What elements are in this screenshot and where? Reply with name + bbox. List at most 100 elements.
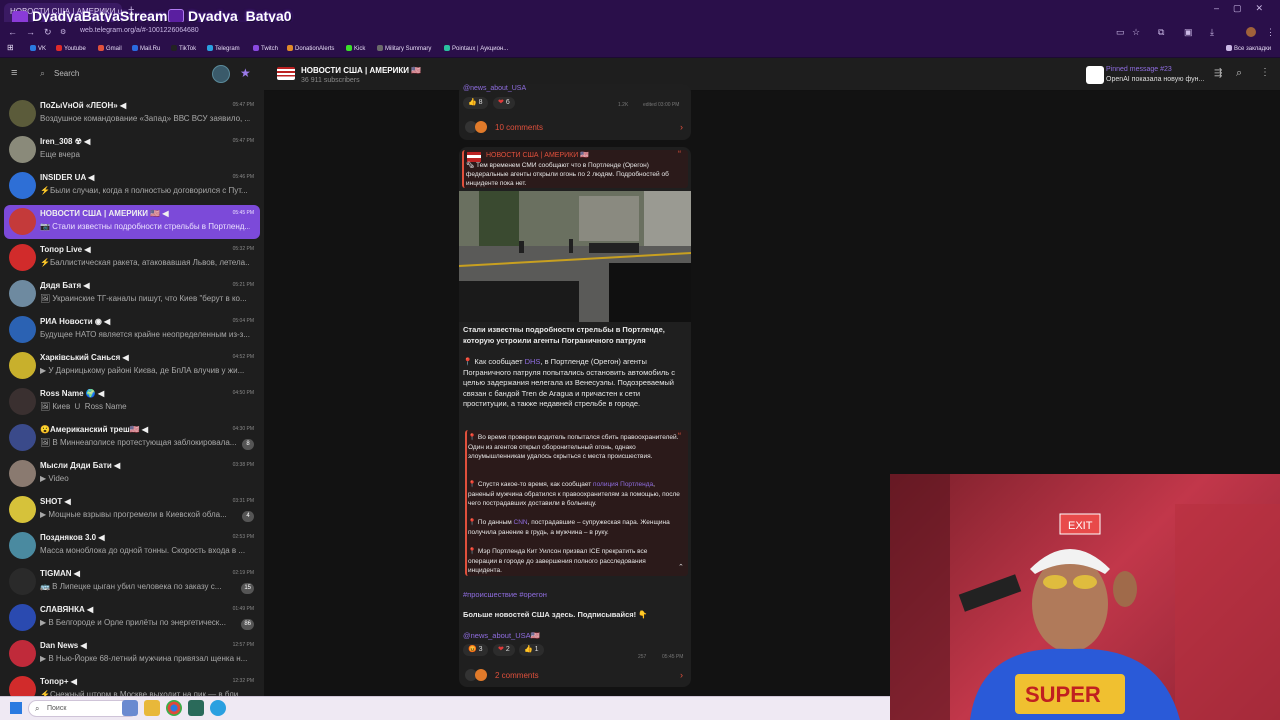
chat-avatar bbox=[9, 604, 36, 631]
apps-grid-icon[interactable]: ⊞ bbox=[7, 43, 14, 52]
chat-more-icon[interactable]: ⋮ bbox=[1260, 67, 1270, 78]
chat-last-message: 🖼 Украинские ТГ-каналы пишут, что Киев "… bbox=[40, 294, 247, 303]
chat-avatar bbox=[9, 208, 36, 235]
pinned-text[interactable]: OpenAI показала новую фун... bbox=[1106, 76, 1204, 83]
channel-avatar[interactable] bbox=[277, 67, 295, 80]
chat-avatar bbox=[9, 352, 36, 379]
chat-item[interactable]: Ross Name 🌍 ◀ 🖼 Киев 🇺 Ross Name 04:50 PM bbox=[4, 385, 260, 419]
post1-handle[interactable]: @news_about_USA bbox=[463, 84, 526, 94]
post-hashtags[interactable]: #происшествие #орегон bbox=[463, 590, 547, 600]
taskbar-app-icon[interactable] bbox=[188, 700, 204, 716]
chat-name: TIGMAN ◀ bbox=[40, 569, 80, 578]
reaction-like[interactable]: 👍 8 bbox=[463, 97, 488, 109]
webcam-overlay: EXIT SUPER bbox=[890, 474, 1280, 720]
url-field[interactable]: web.telegram.org/a/#-1001226064680 bbox=[70, 24, 1110, 39]
post-photo[interactable] bbox=[459, 191, 691, 322]
post-body: 📍 Как сообщает DHS, в Портленде (Орегон)… bbox=[463, 357, 676, 408]
chat-item[interactable]: TIGMAN ◀ 🚌 В Липецке цыган убил человека … bbox=[4, 565, 260, 599]
forward-icon[interactable]: → bbox=[26, 27, 35, 37]
chat-item[interactable]: Харківський Санься ◀ ▶ У Дарницькому райо… bbox=[4, 349, 260, 383]
reaction-like-2[interactable]: 👍 1 bbox=[519, 644, 544, 656]
quote-paragraph-3: 📍 По данным CNN, пострадавшие – супружес… bbox=[468, 519, 670, 536]
bookmark-tiktok[interactable]: TikTok bbox=[171, 45, 196, 52]
taskbar-widget-icon[interactable] bbox=[122, 700, 138, 716]
chrome-icon[interactable] bbox=[166, 700, 182, 716]
chat-avatar bbox=[9, 244, 36, 271]
reaction-heart[interactable]: ❤ 6 bbox=[493, 97, 515, 109]
bookmark-star-icon[interactable]: ☆ bbox=[1132, 27, 1140, 38]
all-bookmarks[interactable]: Все закладки bbox=[1226, 45, 1271, 52]
extensions-icon[interactable]: ⧉ bbox=[1158, 27, 1164, 38]
bookmark-youtube[interactable]: Youtube bbox=[56, 45, 86, 52]
chat-item[interactable]: СЛАВЯНКА ◀ ▶ В Белгороде и Орле прилёты п… bbox=[4, 601, 260, 635]
chat-item[interactable]: 😮Американский треш🇺🇸 ◀ 🖼 В Миннеаполисе п… bbox=[4, 421, 260, 455]
chat-item[interactable]: НОВОСТИ США | АМЕРИКИ 🇺🇸 ◀ 📷 Стали извест… bbox=[4, 205, 260, 239]
reaction-angry[interactable]: 😡 3 bbox=[463, 644, 488, 656]
bookmark-gmail[interactable]: Gmail bbox=[98, 45, 122, 52]
chat-item[interactable]: Поздняков 3.0 ◀ Масса моноблока до одной … bbox=[4, 529, 260, 563]
bookmark-pointaux[interactable]: Pointaux | Аукцион... bbox=[444, 45, 508, 52]
chat-name: Харківський Санься ◀ bbox=[40, 353, 129, 362]
pinned-label[interactable]: Pinned message #23 bbox=[1106, 66, 1172, 73]
bookmark-mailru[interactable]: Mail.Ru bbox=[132, 45, 160, 52]
chat-item[interactable]: Мысли Дяди Бати ◀ ▶ Video 03:38 PM bbox=[4, 457, 260, 491]
story-avatar[interactable] bbox=[212, 65, 230, 83]
chevron-right-icon-2[interactable]: › bbox=[680, 670, 683, 680]
post2-comments-link[interactable]: 2 comments bbox=[495, 671, 539, 680]
collapse-chevron-icon[interactable]: ⌃ bbox=[678, 563, 684, 571]
favorites-star-icon[interactable]: ★ bbox=[240, 66, 251, 80]
chat-avatar bbox=[9, 172, 36, 199]
chat-time: 12:32 PM bbox=[232, 678, 254, 684]
chat-avatar bbox=[9, 136, 36, 163]
chat-item[interactable]: РИА Новости ◉ ◀ Будущее НАТО является кра… bbox=[4, 313, 260, 347]
bookmark-kick[interactable]: Kick bbox=[346, 45, 365, 52]
search-input[interactable]: ⌕ Search bbox=[32, 64, 232, 84]
webcam-scene: EXIT SUPER bbox=[890, 474, 1280, 720]
hamburger-menu-icon[interactable]: ≡ bbox=[11, 67, 17, 79]
link-cnn[interactable]: CNN bbox=[514, 519, 528, 526]
chat-last-message: ⚡Баллистическая ракета, атаковавшая Льво… bbox=[40, 258, 250, 267]
channel-actions-icon[interactable]: ⇶ bbox=[1214, 68, 1222, 79]
channel-title[interactable]: НОВОСТИ США | АМЕРИКИ 🇺🇸 bbox=[301, 66, 421, 75]
bookmark-vk[interactable]: VK bbox=[30, 45, 46, 52]
chat-item[interactable]: Топор Live ◀ ⚡Баллистическая ракета, атак… bbox=[4, 241, 260, 275]
reload-icon[interactable]: ↻ bbox=[44, 27, 52, 38]
chat-time: 05:47 PM bbox=[232, 138, 254, 144]
profile-avatar[interactable] bbox=[1246, 27, 1256, 37]
chat-time: 05:45 PM bbox=[232, 210, 254, 216]
sidepanel-icon[interactable]: ▣ bbox=[1184, 27, 1193, 38]
new-tab-icon[interactable]: + bbox=[128, 4, 134, 16]
chat-last-message: Масса моноблока до одной тонны. Скорость… bbox=[40, 546, 246, 555]
fwd-channel-name[interactable]: НОВОСТИ США | АМЕРИКИ 🇺🇸 bbox=[486, 151, 589, 161]
post2-handle[interactable]: @news_about_USA🇺🇸 bbox=[463, 631, 540, 641]
back-icon[interactable]: ← bbox=[8, 27, 17, 37]
chat-last-message: 🖼 Киев 🇺 Ross Name bbox=[40, 402, 127, 411]
chat-item[interactable]: ПоZыVнОй «ЛЕОН» ◀ Воздушное командование … bbox=[4, 97, 260, 131]
chat-search-icon[interactable]: ⌕ bbox=[1236, 67, 1242, 80]
menu-kebab-icon[interactable]: ⋮ bbox=[1266, 27, 1275, 38]
link-dhs[interactable]: DHS bbox=[525, 357, 541, 366]
pinned-thumbnail[interactable] bbox=[1086, 66, 1104, 84]
chat-item[interactable]: SHOT ◀ ▶ Мощные взрывы прогремели в Киевс… bbox=[4, 493, 260, 527]
site-info-icon[interactable]: ⚙ bbox=[60, 28, 66, 36]
bookmark-twitch[interactable]: Twitch bbox=[253, 45, 278, 52]
telegram-icon[interactable] bbox=[210, 700, 226, 716]
bookmark-military-summary[interactable]: Military Summary bbox=[377, 45, 431, 52]
post-cta: Больше новостей США здесь. Подписывайся!… bbox=[463, 610, 648, 619]
reaction-heart-2[interactable]: ❤ 2 bbox=[493, 644, 515, 656]
cast-icon[interactable]: ▭ bbox=[1116, 27, 1125, 38]
chevron-right-icon[interactable]: › bbox=[680, 122, 683, 132]
chat-item[interactable]: Iren_308 ☢ ◀ Еще вчера 05:47 PM bbox=[4, 133, 260, 167]
chat-item[interactable]: Дядя Батя ◀ 🖼 Украинские ТГ-каналы пишут,… bbox=[4, 277, 260, 311]
file-explorer-icon[interactable] bbox=[144, 700, 160, 716]
windows-start-icon[interactable] bbox=[10, 702, 22, 714]
link-portland-police[interactable]: полиция Портленда bbox=[593, 481, 653, 488]
download-icon[interactable]: ⤓ bbox=[1210, 27, 1214, 38]
bookmark-donationalerts[interactable]: DonationAlerts bbox=[287, 45, 334, 52]
chat-item[interactable]: Dan News ◀ ▶ В Нью-Йорке 68-летний мужчин… bbox=[4, 637, 260, 671]
chat-item[interactable]: INSIDER UA ◀ ⚡Были случаи, когда я полнос… bbox=[4, 169, 260, 203]
post1-comments-link[interactable]: 10 comments bbox=[495, 123, 543, 132]
window-controls-icon[interactable]: –▢✕ bbox=[1214, 3, 1277, 14]
bookmark-telegram[interactable]: Telegram bbox=[207, 45, 240, 52]
chat-name: Дядя Батя ◀ bbox=[40, 281, 90, 290]
